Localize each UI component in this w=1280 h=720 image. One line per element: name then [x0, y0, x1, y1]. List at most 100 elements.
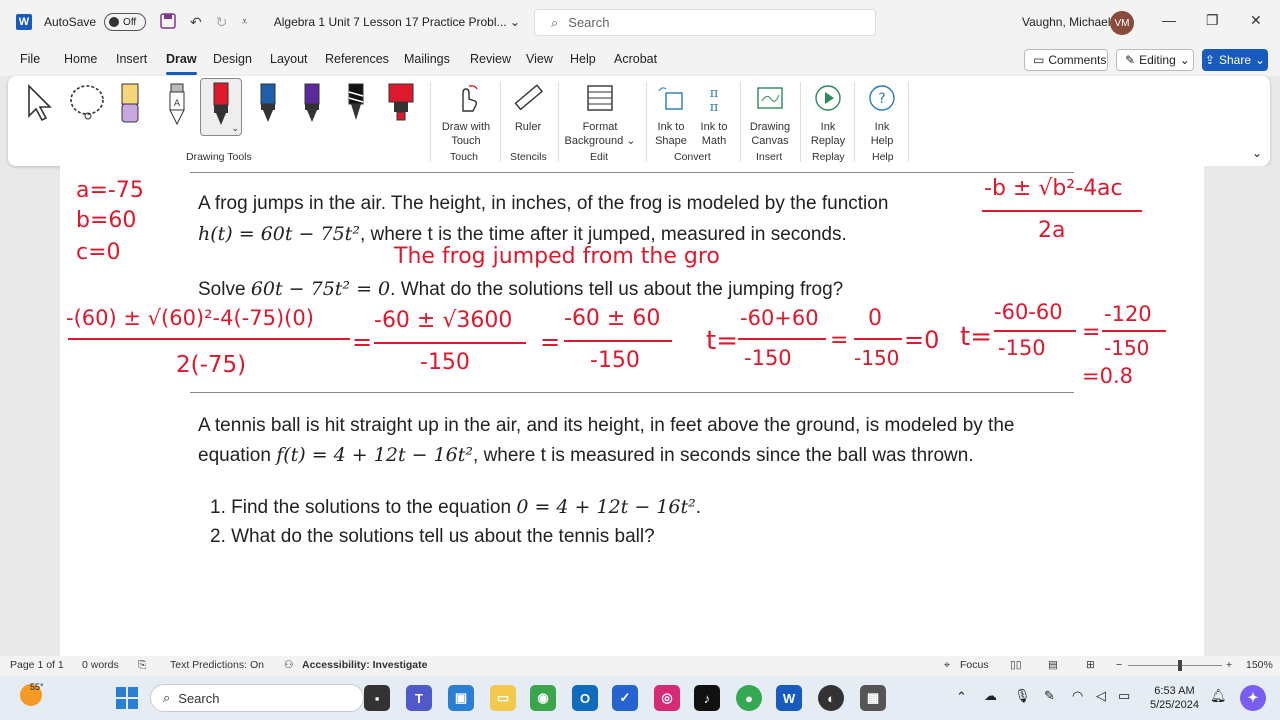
drawing-canvas-button[interactable]: Drawing Canvas	[746, 80, 794, 148]
ink-fraction-bar	[738, 338, 826, 340]
comments-button[interactable]: ▭ Comments	[1024, 49, 1108, 71]
ribbon-separator	[430, 82, 431, 162]
tab-review[interactable]: Review	[470, 52, 511, 66]
text-predictions[interactable]: Text Predictions: On	[170, 659, 264, 671]
save-icon[interactable]	[160, 12, 176, 32]
tab-home[interactable]: Home	[64, 52, 97, 66]
print-layout-icon[interactable]: ▤	[1048, 659, 1058, 671]
tab-draw[interactable]: Draw	[166, 52, 197, 75]
collapse-ribbon-icon[interactable]: ⌄	[1252, 146, 1262, 160]
pencil-icon: ✎	[1125, 53, 1136, 67]
restore-icon[interactable]: ❐	[1206, 12, 1219, 29]
document-title[interactable]: Algebra 1 Unit 7 Lesson 17 Practice Prob…	[274, 15, 520, 29]
chevron-down-icon: ⌄	[1179, 53, 1190, 67]
page-count[interactable]: Page 1 of 1	[10, 659, 64, 671]
ink-formula-numerator: -b ± √b²-4ac	[984, 176, 1123, 201]
word-taskbar-icon[interactable]: W	[776, 685, 802, 711]
show-hidden-icons[interactable]: ⌃	[956, 689, 967, 705]
undo-icon[interactable]: ↶	[190, 14, 202, 31]
focus-mode[interactable]: Focus	[960, 659, 989, 671]
tab-help[interactable]: Help	[570, 52, 596, 66]
highlighter-icon	[388, 83, 414, 121]
calculator-icon[interactable]: ▦	[860, 685, 886, 711]
draw-with-touch-button[interactable]: Draw with Touch	[436, 80, 496, 148]
app-icon[interactable]: ◉	[530, 685, 556, 711]
word-count[interactable]: 0 words	[82, 659, 119, 671]
editing-label: Editing	[1139, 53, 1176, 67]
ink-help-button[interactable]: ? Ink Help	[862, 80, 902, 148]
onedrive-icon[interactable]: ☁	[984, 688, 997, 704]
autosave-toggle[interactable]: Off	[104, 13, 147, 31]
microphone-icon[interactable]: 🎙︎	[1014, 688, 1031, 704]
task-view-icon[interactable]: ▪	[364, 685, 390, 711]
store-icon[interactable]: ▣	[448, 685, 474, 711]
volume-icon[interactable]: ◁	[1096, 688, 1106, 704]
pen-menu-icon[interactable]: ✎	[1044, 688, 1055, 704]
start-icon[interactable]	[114, 685, 140, 711]
proofing-icon[interactable]: ⎘	[138, 659, 146, 672]
ruler-button[interactable]: Ruler	[508, 80, 548, 134]
file-explorer-icon[interactable]: ▭	[490, 685, 516, 711]
read-mode-icon[interactable]: ▯▯	[1010, 659, 1022, 671]
todo-icon[interactable]: ✓	[612, 685, 638, 711]
search-input[interactable]: ⌕ Search	[534, 9, 876, 36]
battery-icon[interactable]: ▭	[1118, 688, 1130, 704]
zoom-slider[interactable]	[1128, 665, 1222, 666]
tab-acrobat[interactable]: Acrobat	[614, 52, 657, 66]
pencil-tool-gray[interactable]: A	[165, 82, 189, 130]
tab-references[interactable]: References	[325, 52, 389, 66]
group-label-drawing-tools: Drawing Tools	[186, 151, 252, 163]
chrome-icon[interactable]: ●	[736, 685, 762, 711]
highlighter-tool-red[interactable]	[386, 82, 416, 130]
pen-tool-purple[interactable]	[300, 82, 324, 130]
accessibility-status[interactable]: Accessibility: Investigate	[302, 659, 427, 671]
obs-icon[interactable]: ◐	[818, 685, 844, 711]
question-1-suffix: .	[695, 497, 702, 518]
editing-button[interactable]: ✎ Editing ⌄	[1116, 49, 1194, 71]
tiktok-icon[interactable]: ♪	[694, 685, 720, 711]
zoom-level[interactable]: 150%	[1246, 659, 1273, 671]
wifi-icon[interactable]: ◠	[1072, 688, 1083, 704]
zoom-out-icon[interactable]: −	[1116, 659, 1122, 671]
zoom-slider-thumb[interactable]	[1178, 660, 1182, 671]
tab-file[interactable]: File	[20, 52, 40, 66]
format-background-icon	[562, 80, 638, 116]
eraser-tool[interactable]	[118, 82, 142, 130]
ink-formula-denominator: 2a	[1038, 218, 1066, 243]
zoom-in-icon[interactable]: +	[1226, 659, 1232, 671]
tab-design[interactable]: Design	[213, 52, 252, 66]
notification-bell-icon[interactable]: 🔔︎	[1210, 688, 1227, 704]
tab-insert[interactable]: Insert	[116, 52, 147, 66]
share-button[interactable]: ⇪ Share ⌄	[1202, 49, 1268, 71]
copilot-icon[interactable]: ✦	[1240, 685, 1266, 711]
ink-replay-button[interactable]: Ink Replay	[808, 80, 848, 148]
redo-icon[interactable]: ↻	[216, 14, 228, 31]
customize-toolbar-icon[interactable]: ⩡	[242, 16, 248, 29]
ink-step2-numerator: -60 ± √3600	[374, 308, 513, 333]
instagram-icon[interactable]: ◎	[654, 685, 680, 711]
tab-mailings[interactable]: Mailings	[404, 52, 450, 66]
scroll-area[interactable]	[1204, 166, 1280, 656]
pen-tool-red[interactable]: ⌄	[200, 78, 242, 136]
document-page[interactable]: A frog jumps in the air. The height, in …	[60, 166, 1204, 656]
outlook-icon[interactable]: O	[572, 685, 598, 711]
chevron-down-icon: ⌄	[231, 123, 239, 133]
taskbar-search[interactable]: ⌕ Search	[150, 684, 364, 712]
close-icon[interactable]: ✕	[1250, 12, 1262, 29]
avatar[interactable]: VM	[1110, 11, 1134, 35]
tab-layout[interactable]: Layout	[270, 52, 308, 66]
clock[interactable]: 6:53 AM 5/25/2024	[1150, 684, 1199, 712]
lasso-icon	[70, 85, 104, 120]
ink-to-math-button[interactable]: ππ Ink to Math	[694, 80, 734, 148]
format-background-button[interactable]: Format Background ⌄	[562, 80, 638, 148]
teams-icon[interactable]: T	[406, 685, 432, 711]
pen-tool-blue[interactable]	[256, 82, 280, 130]
document-title-text: Algebra 1 Unit 7 Lesson 17 Practice Prob…	[273, 15, 507, 29]
web-layout-icon[interactable]: ⊞	[1086, 659, 1095, 671]
lasso-select-tool[interactable]	[66, 82, 108, 126]
tab-view[interactable]: View	[526, 52, 553, 66]
pen-tool-black[interactable]	[344, 82, 368, 130]
ink-to-shape-button[interactable]: Ink to Shape	[652, 80, 690, 148]
minimize-icon[interactable]: —	[1162, 12, 1176, 28]
select-tool[interactable]	[24, 82, 54, 126]
